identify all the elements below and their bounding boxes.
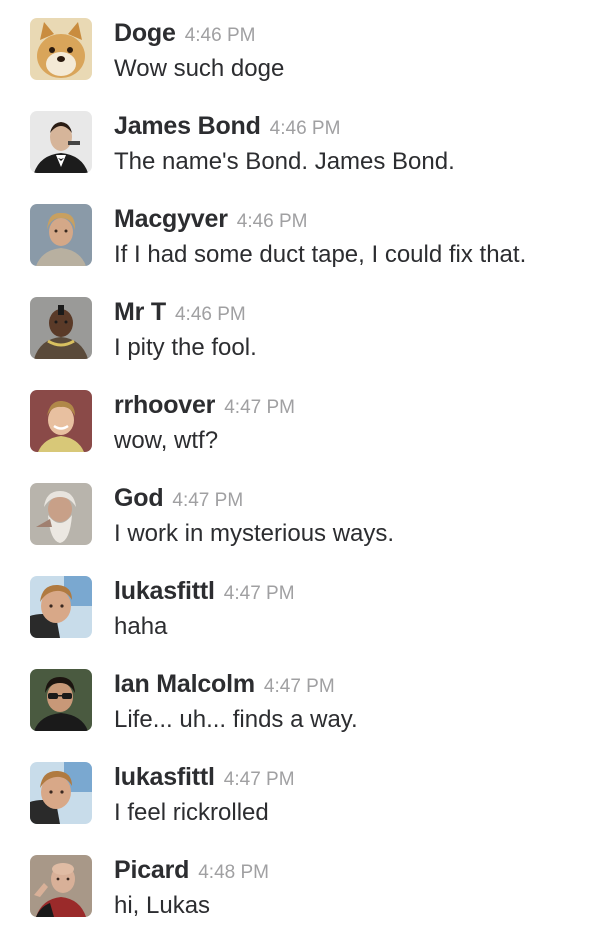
rrhoover-avatar[interactable] — [30, 390, 92, 452]
timestamp[interactable]: 4:47 PM — [172, 490, 243, 511]
author-name[interactable]: lukasfittl — [114, 577, 215, 605]
message-item: God 4:47 PM I work in mysterious ways. — [0, 465, 600, 557]
message-text: haha — [114, 613, 168, 640]
author-name[interactable]: lukasfittl — [114, 763, 215, 791]
message-item: Picard 4:48 PM hi, Lukas — [0, 837, 600, 929]
timestamp[interactable]: 4:47 PM — [224, 397, 295, 418]
author-name[interactable]: James Bond — [114, 112, 261, 140]
lukasfittl-avatar[interactable] — [30, 762, 92, 824]
message-list: Doge 4:46 PM Wow such doge James Bond 4:46… — [0, 0, 600, 932]
timestamp[interactable]: 4:47 PM — [264, 676, 335, 697]
ian-malcolm-avatar[interactable] — [30, 669, 92, 731]
message-item: Doge 4:46 PM Wow such doge — [0, 0, 600, 92]
message-text: If I had some duct tape, I could fix tha… — [114, 241, 527, 268]
message-text: Wow such doge — [114, 55, 285, 82]
author-name[interactable]: Mr T — [114, 298, 166, 326]
message-item: lukasfittl 4:47 PM I feel rickrolled — [0, 744, 600, 836]
author-name[interactable]: God — [114, 484, 164, 512]
message-item: Mr T 4:46 PM I pity the fool. — [0, 279, 600, 371]
macgyver-avatar[interactable] — [30, 204, 92, 266]
message-text: hi, Lukas — [114, 892, 211, 919]
doge-avatar[interactable] — [30, 18, 92, 80]
message-text: The name's Bond. James Bond. — [114, 148, 455, 175]
message-item: lukasfittl 4:47 PM haha — [0, 558, 600, 650]
message-item: rrhoover 4:47 PM wow, wtf? — [0, 372, 600, 464]
lukasfittl-avatar[interactable] — [30, 576, 92, 638]
god-avatar[interactable] — [30, 483, 92, 545]
message-text: I feel rickrolled — [114, 799, 269, 826]
timestamp[interactable]: 4:47 PM — [224, 769, 295, 790]
timestamp[interactable]: 4:48 PM — [198, 862, 269, 883]
james-bond-avatar[interactable] — [30, 111, 92, 173]
timestamp[interactable]: 4:46 PM — [185, 25, 256, 46]
message-item: Ian Malcolm 4:47 PM Life... uh... finds a… — [0, 651, 600, 743]
author-name[interactable]: Doge — [114, 19, 176, 47]
message-item: James Bond 4:46 PM The name's Bond. James… — [0, 93, 600, 185]
mr-t-avatar[interactable] — [30, 297, 92, 359]
timestamp[interactable]: 4:47 PM — [224, 583, 295, 604]
message-text: wow, wtf? — [114, 427, 219, 454]
message-item: Macgyver 4:46 PM If I had some duct tape,… — [0, 186, 600, 278]
author-name[interactable]: Picard — [114, 856, 189, 884]
author-name[interactable]: Ian Malcolm — [114, 670, 255, 698]
message-text: Life... uh... finds a way. — [114, 706, 358, 733]
timestamp[interactable]: 4:46 PM — [175, 304, 246, 325]
author-name[interactable]: rrhoover — [114, 391, 215, 419]
message-text: I pity the fool. — [114, 334, 257, 361]
timestamp[interactable]: 4:46 PM — [270, 118, 341, 139]
timestamp[interactable]: 4:46 PM — [237, 211, 308, 232]
picard-avatar[interactable] — [30, 855, 92, 917]
message-text: I work in mysterious ways. — [114, 520, 395, 547]
author-name[interactable]: Macgyver — [114, 205, 228, 233]
